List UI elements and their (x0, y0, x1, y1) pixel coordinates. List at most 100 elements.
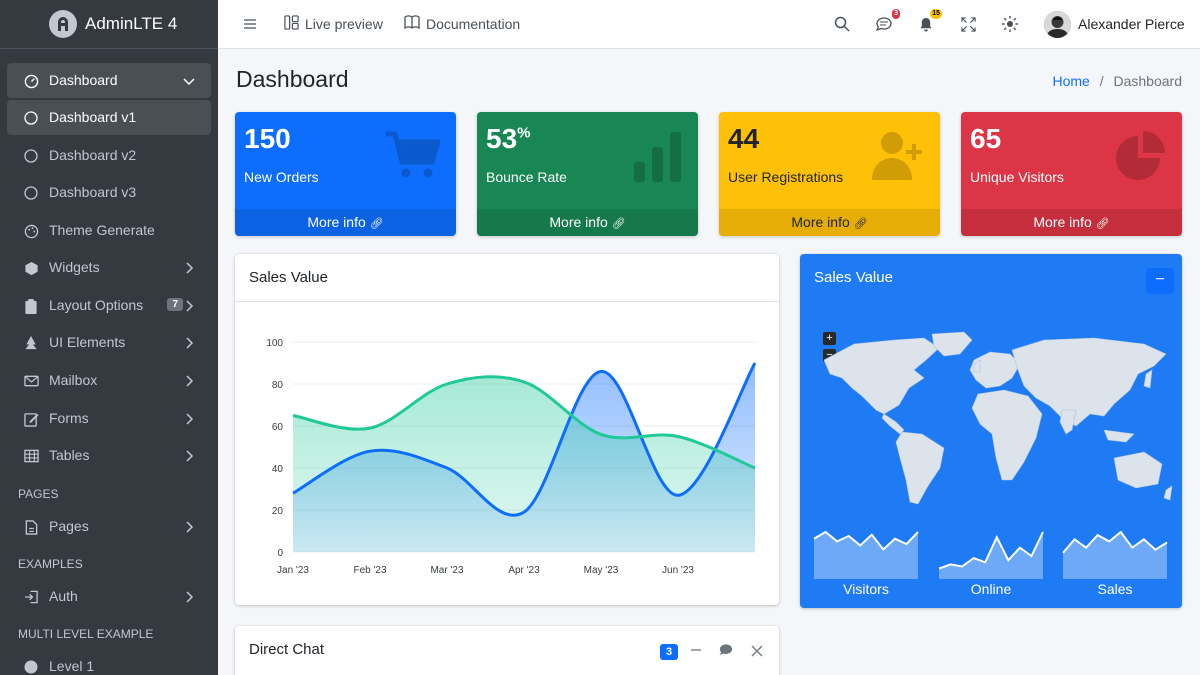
sidebar-item-label: Pages (49, 518, 89, 534)
documentation-label: Documentation (426, 15, 521, 32)
notifications-icon[interactable]: 15 (916, 9, 942, 34)
chevron-right-icon (183, 374, 195, 390)
speedometer-icon (23, 73, 39, 89)
chevron-right-icon (183, 520, 195, 536)
chevron-right-icon (183, 336, 195, 352)
brand[interactable]: AdminLTE 4 (0, 0, 218, 49)
documentation-link[interactable]: Documentation (404, 15, 520, 32)
sidebar-item-ui-elements[interactable]: UI Elements (7, 325, 211, 360)
menu-toggle-icon[interactable] (240, 14, 260, 34)
live-preview-link[interactable]: Live preview (284, 15, 383, 33)
user-name[interactable]: Alexander Pierce (1078, 16, 1185, 32)
pencil-icon (23, 411, 39, 427)
clipboard-icon (23, 298, 39, 314)
x-tick-label: Apr '23 (508, 565, 540, 576)
tree-icon (23, 335, 39, 351)
sidebar-item-label: Dashboard (49, 72, 118, 88)
world-map[interactable] (814, 330, 1174, 520)
table-icon (23, 448, 39, 464)
sidebar-item-label: Dashboard v2 (49, 147, 137, 163)
sidebar: AdminLTE 4 Dashboard Dashboard v1 Dashbo… (0, 0, 218, 675)
book-icon (404, 15, 420, 32)
cart-icon (384, 130, 441, 185)
brand-name: AdminLTE 4 (85, 14, 178, 33)
sidebar-item-label: Level 1 (49, 658, 95, 674)
chat-count-badge: 3 (660, 644, 679, 660)
y-tick-label: 80 (272, 380, 284, 391)
messages-count-badge: 3 (892, 9, 900, 19)
stat-label: Bounce Rate (486, 169, 567, 185)
theme-toggle-icon[interactable] (1000, 14, 1020, 34)
sidebar-item-label: Widgets (49, 259, 100, 275)
chevron-right-icon (183, 261, 195, 277)
login-icon (23, 589, 39, 605)
top-navbar: Live preview Documentation 3 15 Alexande… (218, 0, 1200, 49)
fullscreen-icon[interactable] (958, 14, 978, 34)
sidebar-item-mailbox[interactable]: Mailbox (7, 363, 211, 398)
y-tick-label: 100 (266, 338, 283, 349)
stat-box-bounce-rate: 53% Bounce Rate More info 🔗︎ (477, 112, 698, 236)
sparkline-group (813, 530, 1168, 579)
link-icon: 🔗︎ (369, 218, 384, 230)
sales-map-card: Sales Value − + − Visitors Online Sales (800, 254, 1182, 608)
stat-value: 150 (244, 123, 291, 154)
sales-area-chart: 0 20 40 60 80 100 Jan '23 Feb '23 Mar '23 Apr '23… (266, 338, 757, 576)
sidebar-item-forms[interactable]: Forms (7, 401, 211, 436)
sidebar-item-dashboard[interactable]: Dashboard (7, 63, 211, 98)
palette-icon (23, 223, 39, 239)
chevron-right-icon (183, 449, 195, 465)
circle-fill-icon (23, 659, 39, 675)
sidebar-item-label: Theme Generate (49, 222, 155, 238)
chevron-right-icon (183, 299, 195, 315)
more-info-link[interactable]: More info 🔗︎ (235, 209, 456, 236)
breadcrumb: Home / Dashboard (1052, 73, 1182, 89)
y-tick-label: 20 (272, 506, 284, 517)
more-info-link[interactable]: More info 🔗︎ (961, 209, 1182, 236)
notifications-count-badge: 15 (930, 9, 942, 19)
brand-logo-icon (49, 10, 77, 38)
sidebar-item-label: Layout Options (49, 297, 144, 313)
sidebar-item-theme-generate[interactable]: Theme Generate (7, 213, 211, 248)
more-info-link[interactable]: More info 🔗︎ (719, 209, 940, 236)
page-title: Dashboard (236, 66, 349, 92)
x-tick-label: Jun '23 (662, 565, 694, 576)
stat-box-unique-visitors: 65 Unique Visitors More info 🔗︎ (961, 112, 1182, 236)
sidebar-item-pages[interactable]: Pages (7, 509, 211, 544)
direct-chat-card: Direct Chat 3 (235, 626, 779, 675)
stat-box-new-orders: 150 New Orders More info 🔗︎ (235, 112, 456, 236)
sidebar-item-auth[interactable]: Auth (7, 579, 211, 614)
sparkline-area-1 (939, 532, 1043, 579)
sidebar-item-label: Tables (49, 447, 90, 463)
sidebar-item-layout-options[interactable]: Layout Options 7 (7, 288, 211, 323)
sparkline-label-online: Online (970, 581, 1012, 597)
chat-bubble-icon[interactable] (719, 643, 733, 662)
card-title: Sales Value (235, 254, 779, 302)
breadcrumb-home-link[interactable]: Home (1052, 73, 1089, 89)
sidebar-item-dashboard-v1[interactable]: Dashboard v1 (7, 100, 211, 135)
close-icon[interactable] (751, 644, 763, 662)
stat-box-user-registrations: 44 User Registrations More info 🔗︎ (719, 112, 940, 236)
circle-icon (23, 185, 39, 201)
y-tick-label: 60 (272, 422, 284, 433)
more-info-link[interactable]: More info 🔗︎ (477, 209, 698, 236)
sidebar-item-dashboard-v2[interactable]: Dashboard v2 (7, 138, 211, 173)
minimize-icon[interactable] (690, 643, 702, 662)
collapse-button[interactable]: − (1146, 268, 1174, 294)
sidebar-item-tables[interactable]: Tables (7, 438, 211, 473)
sidebar-item-label: Auth (49, 588, 78, 604)
search-icon[interactable] (832, 14, 852, 34)
x-tick-label: May '23 (584, 565, 619, 576)
card-title: Sales Value (814, 269, 893, 286)
messages-icon[interactable]: 3 (874, 9, 900, 34)
file-icon (23, 519, 39, 535)
bar-chart-icon (634, 132, 682, 187)
sparkline-label-visitors: Visitors (843, 581, 889, 597)
link-icon: 🔗︎ (611, 218, 626, 230)
x-tick-label: Feb '23 (353, 565, 386, 576)
breadcrumb-separator: / (1099, 73, 1104, 89)
box-icon (23, 260, 39, 276)
sidebar-item-widgets[interactable]: Widgets (7, 250, 211, 285)
sidebar-item-level-1[interactable]: Level 1 (7, 649, 211, 675)
avatar[interactable] (1044, 11, 1071, 38)
sidebar-item-dashboard-v3[interactable]: Dashboard v3 (7, 175, 211, 210)
